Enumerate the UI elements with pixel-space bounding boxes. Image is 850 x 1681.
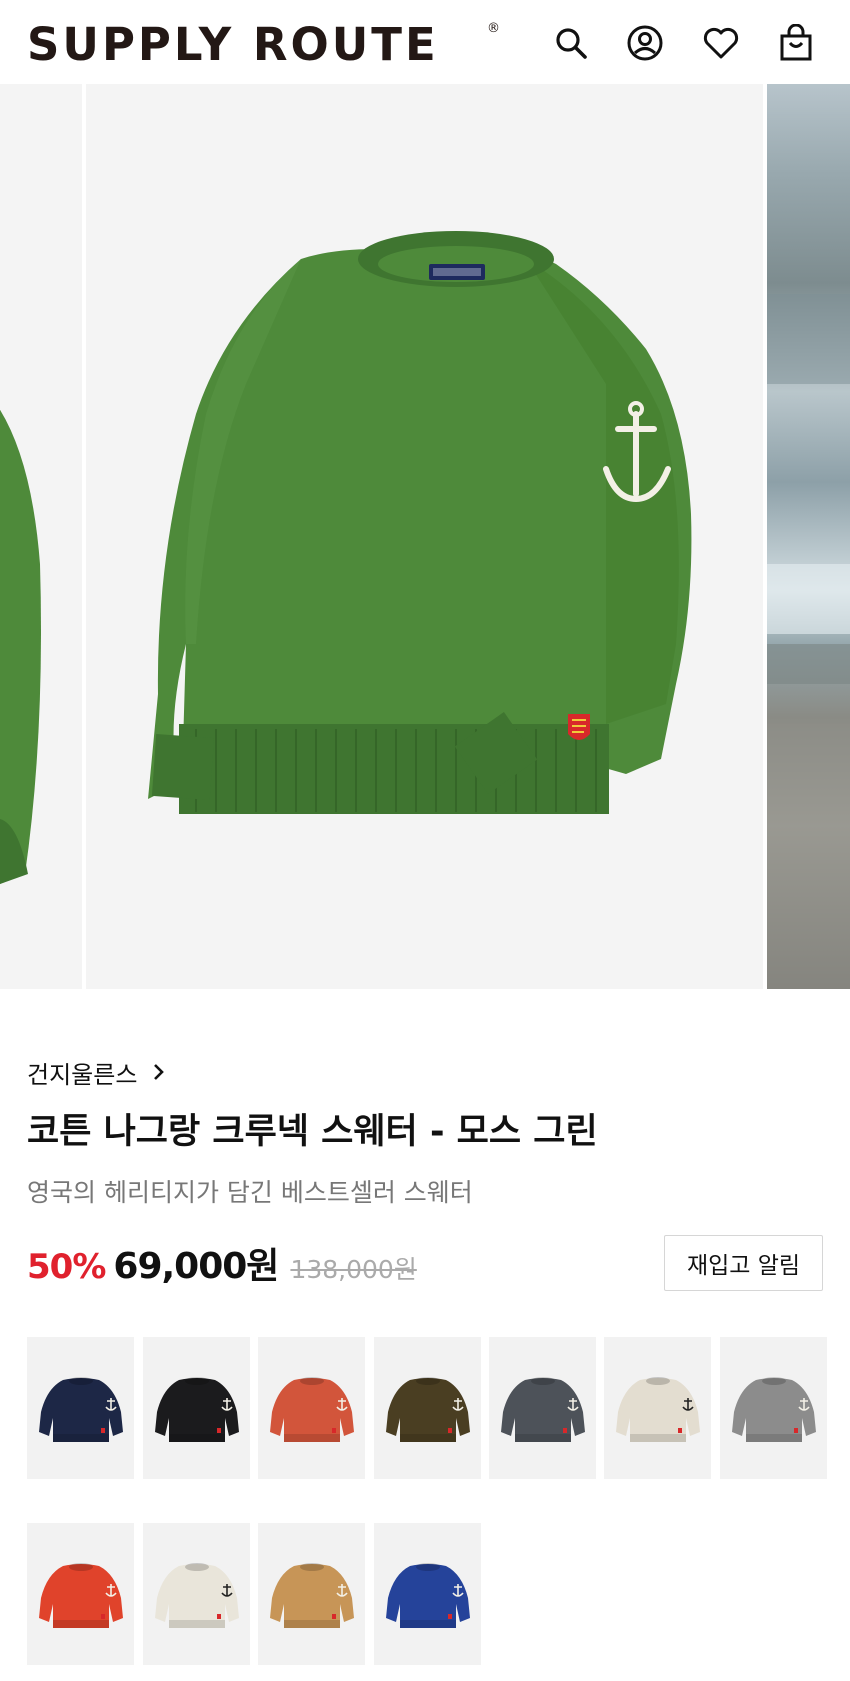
sweater-thumbnail xyxy=(154,1377,239,1442)
bag-icon[interactable] xyxy=(773,20,819,66)
price-row: 50% 69,000원 138,000원 xyxy=(27,1237,417,1287)
sweater-thumbnail xyxy=(615,1377,700,1442)
brand-name: 건지울른스 xyxy=(27,1060,138,1089)
sweater-thumbnail xyxy=(269,1563,354,1628)
chevron-right-icon xyxy=(154,1064,165,1080)
carousel-slide-previous[interactable] xyxy=(0,84,82,989)
sweater-thumbnail xyxy=(385,1377,470,1442)
color-swatch[interactable] xyxy=(27,1337,134,1479)
color-swatch[interactable] xyxy=(258,1337,365,1479)
color-swatch[interactable] xyxy=(604,1337,711,1479)
color-swatch[interactable] xyxy=(720,1337,827,1479)
brand-link[interactable]: 건지울른스 xyxy=(27,1056,167,1089)
sweater-thumbnail xyxy=(731,1377,816,1442)
color-swatch[interactable] xyxy=(489,1337,596,1479)
color-swatch[interactable] xyxy=(374,1523,481,1665)
carousel-slide-next[interactable] xyxy=(767,84,850,989)
color-swatch[interactable] xyxy=(258,1523,365,1665)
search-icon[interactable] xyxy=(548,20,594,66)
logo[interactable]: SUPPLY ROUTE xyxy=(27,18,439,72)
color-swatch[interactable] xyxy=(143,1523,250,1665)
discount-rate: 50% xyxy=(27,1247,106,1287)
sale-price: 69,000원 xyxy=(113,1246,279,1287)
sweater-moss-green-image xyxy=(148,231,692,814)
logo-registered-mark: ® xyxy=(487,21,500,36)
sweater-thumbnail xyxy=(500,1377,585,1442)
sweater-thumbnail xyxy=(269,1377,354,1442)
original-price: 138,000원 xyxy=(290,1255,417,1284)
product-title: 코튼 나그랑 크루넥 스웨터 - 모스 그린 xyxy=(27,1112,598,1152)
sweater-thumbnail xyxy=(385,1563,470,1628)
product-subtitle: 영국의 헤리티지가 담긴 베스트셀러 스웨터 xyxy=(27,1178,473,1207)
restock-alert-button[interactable]: 재입고 알림 xyxy=(664,1235,823,1291)
sweater-thumbnail xyxy=(154,1563,239,1628)
sweater-thumbnail xyxy=(38,1563,123,1628)
carousel-slide-current[interactable] xyxy=(86,84,766,989)
product-image-carousel[interactable] xyxy=(0,84,850,989)
heart-icon[interactable] xyxy=(698,20,744,66)
color-swatch[interactable] xyxy=(374,1337,481,1479)
color-swatch[interactable] xyxy=(27,1523,134,1665)
color-swatch[interactable] xyxy=(143,1337,250,1479)
header: SUPPLY ROUTE ® xyxy=(0,0,850,84)
account-icon[interactable] xyxy=(622,20,668,66)
sweater-thumbnail xyxy=(38,1377,123,1442)
